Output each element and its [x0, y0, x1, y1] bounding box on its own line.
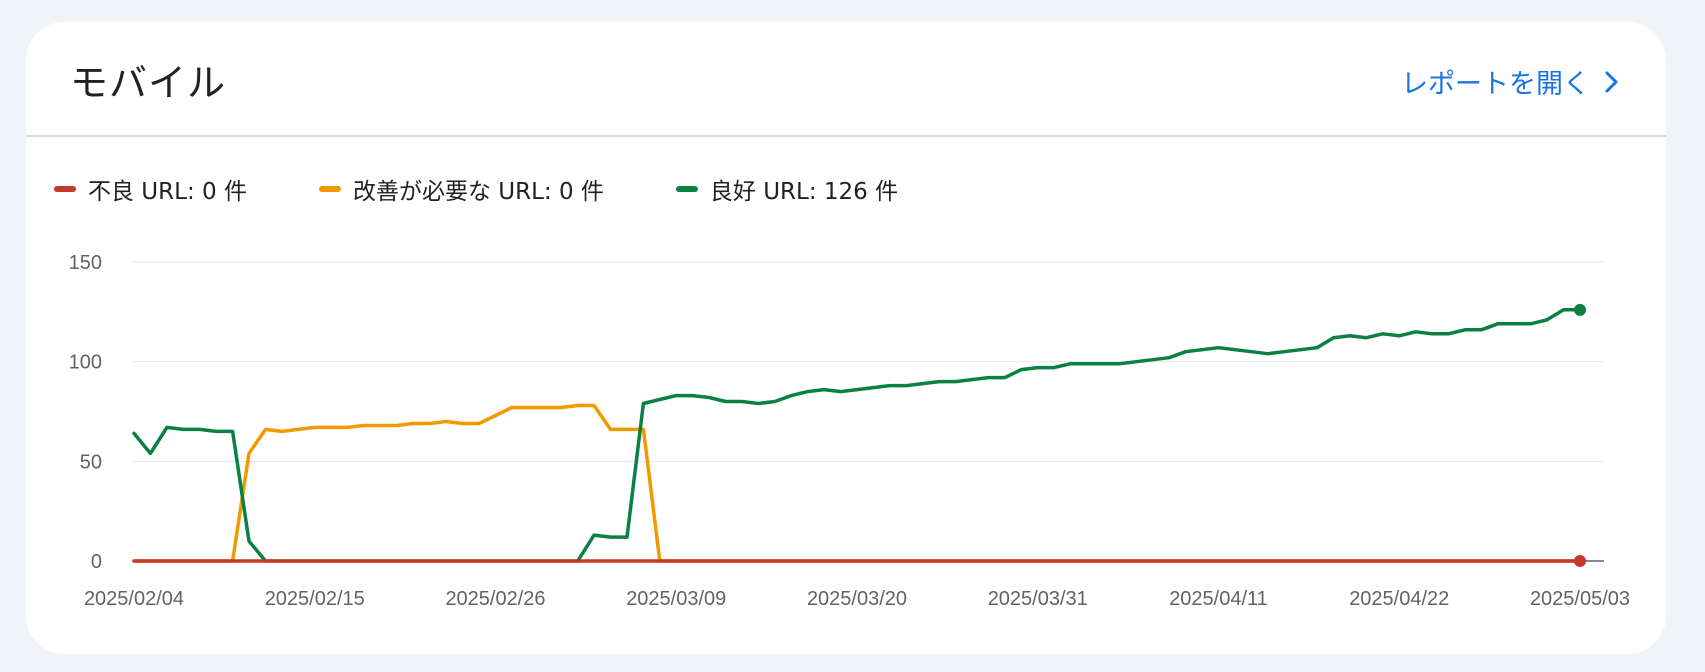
series-line-2	[132, 308, 1582, 563]
mobile-card: モバイル レポートを開く 不良 URL: 0 件 改善が必要な URL: 0 件…	[26, 22, 1666, 654]
x-tick-label: 2025/03/09	[626, 588, 726, 610]
x-tick-label: 2025/03/31	[988, 588, 1088, 610]
y-tick-label-150: 150	[69, 252, 102, 274]
series-end-marker-2	[1574, 303, 1586, 316]
series-end-marker-0	[1574, 555, 1586, 567]
x-tick-label: 2025/02/04	[84, 588, 184, 610]
y-tick-label-100: 100	[69, 352, 102, 374]
line-chart: 0 50 100 150 2025/02/04 2025/02/15 2025/02/26 2…	[69, 252, 1630, 610]
series-line-1	[132, 403, 1582, 563]
x-tick-label: 2025/02/15	[265, 588, 365, 610]
x-tick-label: 2025/04/22	[1349, 588, 1449, 610]
x-tick-label: 2025/05/03	[1530, 588, 1630, 610]
y-tick-label-0: 0	[91, 551, 102, 573]
x-tick-label: 2025/04/11	[1169, 588, 1268, 610]
x-tick-label: 2025/03/20	[807, 588, 907, 610]
y-tick-label-50: 50	[80, 451, 102, 473]
x-tick-label: 2025/02/26	[445, 588, 545, 610]
